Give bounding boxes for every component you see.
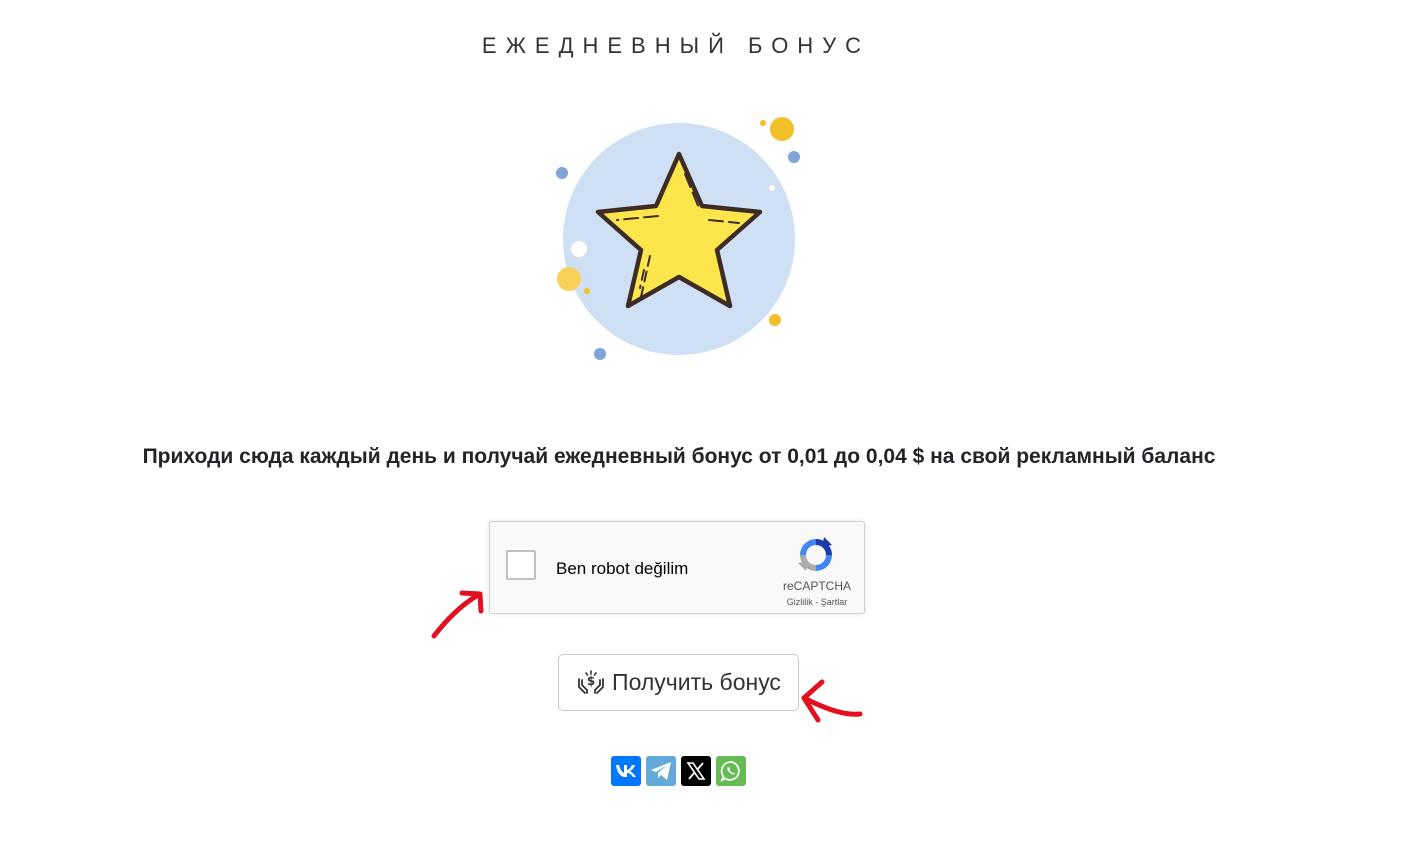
decor-dot xyxy=(769,314,781,326)
privacy-link[interactable]: Gizlilik xyxy=(787,597,813,607)
decor-dot xyxy=(556,167,568,179)
decor-dot xyxy=(770,117,794,141)
star-illustration xyxy=(556,117,800,360)
decor-dot xyxy=(788,151,800,163)
annotation-arrow-right xyxy=(801,679,863,723)
recaptcha-brand: reCAPTCHA xyxy=(782,579,851,593)
decor-dot xyxy=(760,120,766,126)
decor-dot xyxy=(769,185,775,191)
recaptcha-widget: Ben robot değilim reCAPTCHA Gizlilik - Ş… xyxy=(489,521,865,614)
svg-text:$: $ xyxy=(587,674,595,688)
share-whatsapp-button[interactable] xyxy=(716,756,746,786)
recaptcha-logo-icon xyxy=(798,537,832,571)
share-vk-button[interactable] xyxy=(611,756,641,786)
annotation-arrow-left xyxy=(431,590,484,639)
decor-dot xyxy=(571,241,587,257)
get-bonus-label: Получить бонус xyxy=(612,669,781,695)
decor-dot xyxy=(594,348,606,360)
x-icon xyxy=(686,762,706,780)
terms-link[interactable]: Şartlar xyxy=(821,597,848,607)
get-bonus-button[interactable]: $ Получить бонус xyxy=(558,654,799,711)
share-telegram-button[interactable] xyxy=(646,756,676,786)
bonus-description: Приходи сюда каждый день и получай ежедн… xyxy=(142,445,1216,468)
links-separator: - xyxy=(812,597,821,607)
hands-money-icon: $ xyxy=(578,669,604,694)
share-buttons xyxy=(611,756,746,786)
decor-dot xyxy=(584,288,590,294)
decor-dot xyxy=(557,267,581,291)
page-title: ЕЖЕДНЕВНЫЙ БОНУС xyxy=(481,33,871,58)
whatsapp-icon xyxy=(720,761,740,782)
recaptcha-checkbox[interactable] xyxy=(506,550,536,580)
share-x-button[interactable] xyxy=(681,756,711,786)
recaptcha-links: Gizlilik - Şartlar xyxy=(762,597,872,607)
recaptcha-label: Ben robot değilim xyxy=(556,559,689,578)
vk-icon xyxy=(616,765,636,777)
daily-bonus-page: ЕЖЕДНЕВНЫЙ БОНУС Приходи сюда каждый ден… xyxy=(0,0,1427,845)
telegram-icon xyxy=(651,762,671,780)
